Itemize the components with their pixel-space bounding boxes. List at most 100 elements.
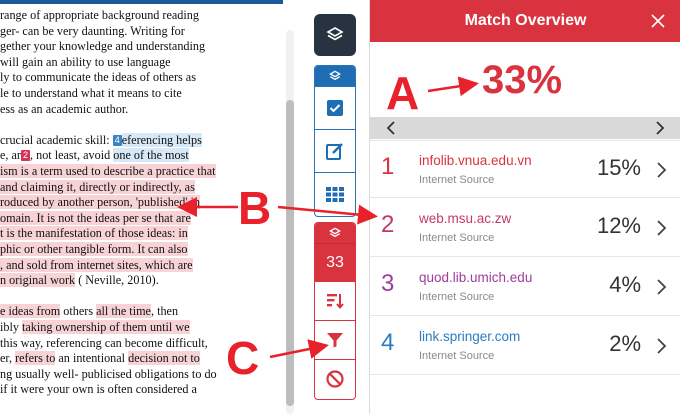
highlighted-text[interactable]: ism is a term used to describe a practic… [0,164,216,178]
exclude-icon [326,370,344,388]
match-pager [370,117,680,139]
match-source-type: Internet Source [419,291,495,303]
document-line: range of appropriate background reading [0,8,199,23]
document-line: phic or other tangible form. It can also [0,242,188,257]
text-span: ibly [0,320,23,334]
exclude-tool-button[interactable] [315,359,355,398]
match-marker[interactable]: 4 [112,134,122,146]
text-span: ly to communicate the ideas of others as [0,70,196,85]
highlighted-text[interactable]: omain. It is not the ideas per se that a… [0,210,191,225]
highlighted-text[interactable]: and claiming it, directly or indirectly,… [0,179,195,194]
text-span: er, [0,351,16,366]
highlighted-text[interactable]: all the time [96,304,151,319]
highlighted-text[interactable]: , and sold from internet sites, which ar… [0,257,193,272]
blue-group-header[interactable] [315,66,355,86]
chevron-right-icon[interactable] [655,219,667,237]
text-span: gether your knowledge and understanding [0,39,206,54]
document-line: omain. It is not the ideas per se that a… [0,210,191,226]
document-line: e, ar 2, not least, avoid one of the most [0,148,189,163]
document-line: will gain an ability to use language [0,55,171,70]
document-line: e ideas from others all the time, then [0,304,178,319]
highlighted-text[interactable]: taking ownership of them until we [22,320,190,334]
grid-tool-button[interactable] [315,172,355,215]
chevron-right-icon[interactable] [655,337,667,355]
match-percent: 15% [596,155,641,180]
highlighted-text[interactable]: roduced by another person, 'published' i… [0,195,201,210]
overall-similarity-percent: 33% [482,58,563,102]
pager-next-button[interactable] [649,117,671,139]
chevron-left-icon [386,121,395,135]
chevron-right-icon[interactable] [655,278,667,296]
text-span: this way, referencing can become difficu… [0,335,208,350]
document-line: roduced by another person, 'published' i… [0,195,201,210]
red-group-header[interactable] [315,223,355,243]
match-percent: 12% [596,213,641,238]
document-line: ger- can be very daunting. Writing for [0,24,185,39]
sort-tool-button[interactable] [315,281,355,320]
match-row[interactable]: 4 link.springer.com Internet Source 2% [370,317,680,375]
document-line: n original work ( Neville, 2010). [0,273,159,288]
match-source-type: Internet Source [419,232,495,244]
checkbox-tool-button[interactable] [315,86,355,129]
chevron-right-icon[interactable] [655,161,667,179]
document-line: ly to communicate the ideas of others as [0,70,196,85]
match-number: 1 [381,153,395,180]
match-source[interactable]: quod.lib.umich.edu [419,270,532,285]
edit-tool-button[interactable] [315,129,355,172]
match-row[interactable]: 3 quod.lib.umich.edu Internet Source 4% [370,258,680,316]
panel-header: Match Overview [370,0,680,42]
checkbox-icon [327,100,343,116]
match-overview-panel: Match Overview 33% 1 infolib.vnua.edu.vn… [369,0,680,414]
panel-title: Match Overview [464,12,587,29]
side-toolbar: 33 [305,0,369,414]
pager-prev-button[interactable] [380,117,402,139]
close-icon[interactable] [649,12,667,30]
text-span: ng usually well- publicised obligations … [0,366,217,381]
red-tool-group: 33 [314,222,356,400]
document-scrollbar-thumb[interactable] [286,100,294,406]
highlighted-text[interactable]: eferencing helps [121,132,202,147]
filter-icon [327,333,343,348]
annotation-label-b: B [238,182,272,234]
document-line: ess as an academic author. [0,102,128,117]
highlighted-text[interactable]: phic or other tangible form. It can also [0,242,188,256]
highlighted-text[interactable]: refers to [15,351,56,366]
document-line: t is the manifestation of those ideas: i… [0,226,188,241]
match-row[interactable]: 1 infolib.vnua.edu.vn Internet Source 15… [370,140,680,198]
chevron-right-icon [656,121,665,135]
highlighted-text[interactable]: n original work [0,273,76,288]
highlighted-text[interactable]: e ideas from [0,304,61,319]
document-line: ibly taking ownership of them until we [0,320,190,335]
match-source[interactable]: web.msu.ac.zw [419,211,511,226]
layers-button[interactable] [314,14,356,56]
text-span: ( Neville, 2010). [75,273,159,288]
match-percent: 2% [609,331,641,356]
text-span: , then [150,304,179,319]
highlighted-text[interactable]: one of the most [113,148,189,163]
annotation-label-a: A [386,67,420,119]
match-source-type: Internet Source [419,350,495,362]
document-line: this way, referencing can become difficu… [0,336,208,351]
layers-icon [329,227,341,238]
annotation-label-c: C [226,332,260,384]
grid-icon [326,187,344,202]
text-span: will gain an ability to use language [0,54,171,69]
match-count-button[interactable]: 33 [315,243,355,281]
match-source[interactable]: infolib.vnua.edu.vn [419,153,532,168]
document-line: gether your knowledge and understanding [0,39,205,54]
match-number: 3 [381,270,395,297]
blue-tool-group [314,65,356,217]
highlighted-text[interactable]: decision not to [128,351,200,366]
text-span: range of appropriate background reading [0,8,199,22]
highlighted-text[interactable]: t is the manifestation of those ideas: i… [0,226,188,241]
match-number: 4 [381,329,395,356]
match-marker[interactable]: 2 [20,150,30,162]
text-span: others [60,304,97,319]
layers-icon [329,70,341,81]
document-line: ng usually well- publicised obligations … [0,367,217,382]
filter-tool-button[interactable] [315,320,355,359]
sort-icon [327,294,344,310]
match-source[interactable]: link.springer.com [419,329,520,344]
match-number: 2 [381,211,395,238]
match-row[interactable]: 2 web.msu.ac.zw Internet Source 12% [370,199,680,257]
